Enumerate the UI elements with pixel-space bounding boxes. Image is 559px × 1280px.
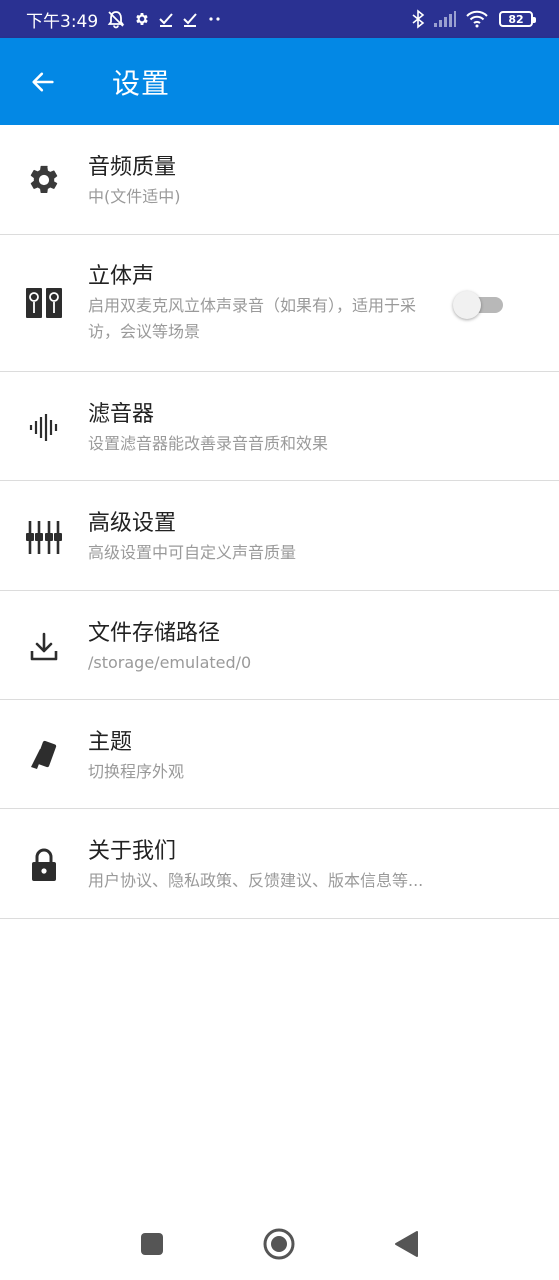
setting-filter[interactable]: 滤音器 设置滤音器能改善录音音质和效果 [0, 372, 559, 481]
check-icon [158, 11, 174, 27]
page-title: 设置 [112, 66, 171, 100]
back-triangle-icon[interactable] [388, 1226, 424, 1262]
item-text: 高级设置 高级设置中可自定义声音质量 [88, 481, 296, 566]
setting-advanced[interactable]: 高级设置 高级设置中可自定义声音质量 [0, 481, 559, 591]
gear-icon [24, 160, 64, 200]
check-icon [182, 11, 198, 27]
item-text: 滤音器 设置滤音器能改善录音音质和效果 [88, 372, 328, 457]
theme-cards-icon [24, 735, 64, 775]
system-nav-bar [0, 1208, 559, 1280]
back-button[interactable] [0, 38, 88, 125]
more-dots-icon [206, 14, 224, 24]
status-time: 下午3:49 [26, 11, 99, 32]
setting-about[interactable]: 关于我们 用户协议、隐私政策、反馈建议、版本信息等... [0, 809, 559, 919]
item-subtitle: 切换程序外观 [88, 762, 185, 781]
setting-theme[interactable]: 主题 切换程序外观 [0, 700, 559, 809]
item-text: 音频质量 中(文件适中) [88, 125, 181, 210]
item-subtitle: 设置滤音器能改善录音音质和效果 [88, 434, 329, 453]
item-title: 主题 [88, 730, 133, 755]
app-bar: 设置 [0, 38, 559, 125]
item-text: 关于我们 用户协议、隐私政策、反馈建议、版本信息等... [88, 809, 423, 894]
home-icon[interactable] [261, 1226, 297, 1262]
item-title: 关于我们 [88, 839, 177, 864]
setting-storage-path[interactable]: 文件存储路径 /storage/emulated/0 [0, 591, 559, 700]
wifi-icon [465, 10, 489, 28]
settings-list: 音频质量 中(文件适中) 立体声 启用双麦克风立体声录音（如果有），适用于采访，… [0, 125, 559, 919]
item-text: 文件存储路径 /storage/emulated/0 [88, 591, 251, 676]
battery-icon: 82 [499, 11, 536, 27]
lock-icon [24, 845, 64, 885]
alarm-off-icon [106, 9, 126, 29]
item-subtitle: /storage/emulated/0 [88, 653, 252, 672]
item-title: 音频质量 [88, 155, 177, 180]
item-subtitle: 中(文件适中) [88, 187, 181, 206]
gear-icon [134, 11, 150, 27]
item-subtitle: 启用双麦克风立体声录音（如果有），适用于采访，会议等场景 [88, 296, 417, 341]
speakers-icon [24, 283, 64, 323]
item-title: 滤音器 [88, 402, 155, 427]
signal-icon [433, 10, 457, 28]
setting-stereo[interactable]: 立体声 启用双麦克风立体声录音（如果有），适用于采访，会议等场景 [0, 235, 559, 372]
item-subtitle: 高级设置中可自定义声音质量 [88, 543, 297, 562]
arrow-left-icon [32, 72, 54, 91]
item-title: 高级设置 [88, 511, 177, 536]
item-subtitle: 用户协议、隐私政策、反馈建议、版本信息等... [88, 871, 424, 890]
item-title: 立体声 [88, 264, 155, 289]
download-icon [24, 627, 64, 667]
battery-level: 82 [508, 12, 524, 26]
item-title: 文件存储路径 [88, 621, 221, 646]
stereo-toggle[interactable] [453, 291, 505, 319]
equalizer-icon [24, 517, 64, 557]
item-text: 立体声 启用双麦克风立体声录音（如果有），适用于采访，会议等场景 [88, 235, 433, 345]
status-left: 下午3:49 [26, 7, 224, 32]
toggle-thumb [453, 291, 481, 319]
status-right: 82 [411, 9, 536, 29]
recent-apps-icon[interactable] [134, 1226, 170, 1262]
bluetooth-icon [411, 9, 425, 29]
status-bar: 下午3:49 82 [0, 0, 559, 38]
setting-audio-quality[interactable]: 音频质量 中(文件适中) [0, 125, 559, 235]
item-text: 主题 切换程序外观 [88, 700, 184, 785]
waveform-icon [24, 407, 64, 447]
